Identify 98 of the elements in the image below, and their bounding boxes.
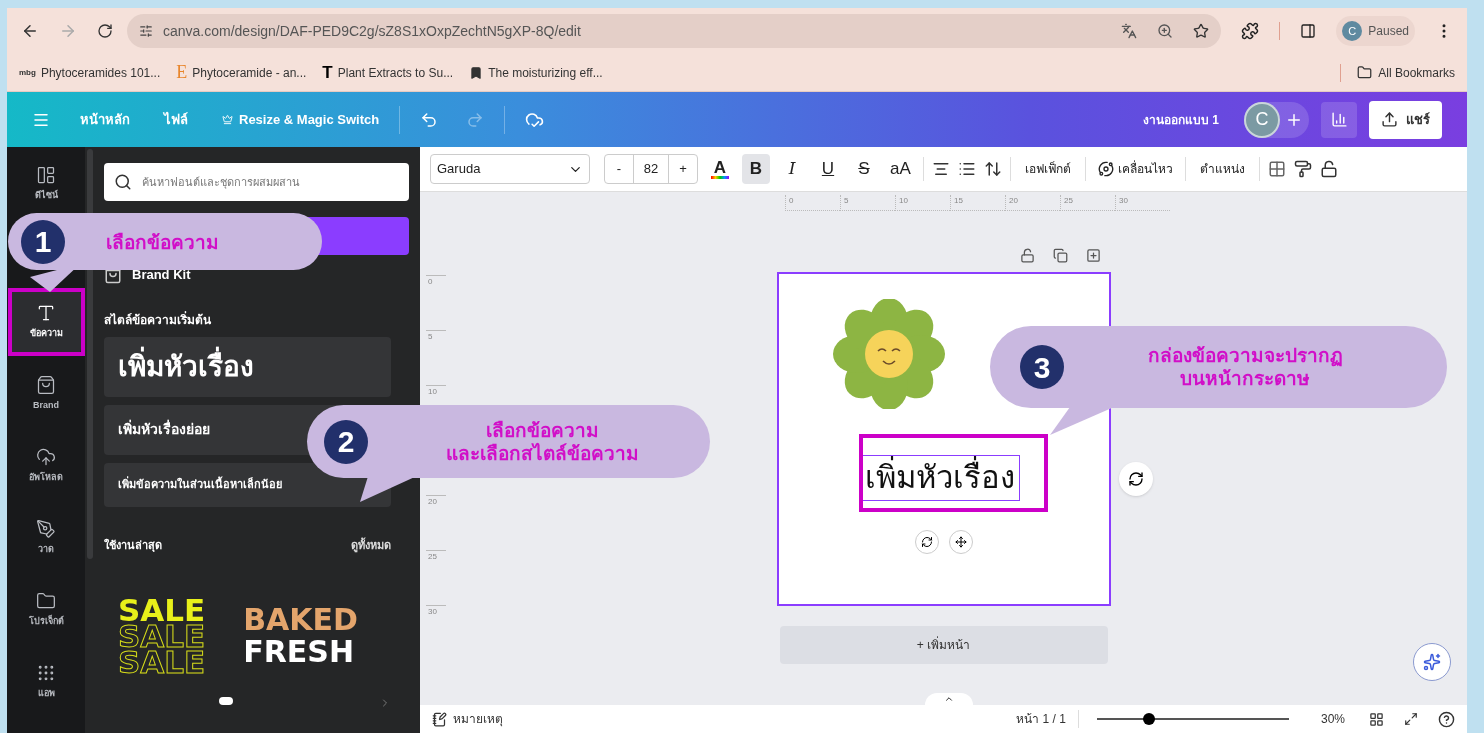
bookmark-favicon: E <box>176 61 188 84</box>
rail-item[interactable]: อัพโหลด <box>11 435 81 497</box>
chevron-up-icon <box>944 694 954 704</box>
font-size-field[interactable]: 82 <box>633 155 669 183</box>
search-field[interactable]: ค้นหาฟอนต์และชุดการผสมผสาน <box>104 163 409 201</box>
profile-button[interactable]: C Paused <box>1336 16 1415 46</box>
upload-icon <box>1381 111 1398 128</box>
bookmark[interactable]: mbg Phytoceramides 101... <box>19 63 161 82</box>
align-center-icon[interactable] <box>931 160 950 178</box>
rail-item[interactable]: วาด <box>11 507 81 569</box>
rail-item[interactable]: แอพ <box>11 651 81 713</box>
step-number: 2 <box>324 419 368 464</box>
design-title[interactable]: งานออกแบบ 1 <box>1143 110 1219 129</box>
italic-button[interactable]: I <box>778 154 806 184</box>
side-panel-icon[interactable] <box>1300 23 1317 39</box>
crown-icon <box>222 114 233 125</box>
horizontal-ruler: 0 5 10 15 20 25 30 <box>420 192 1467 220</box>
callout-text: กล่องข้อความจะปรากฏ บนหน้ากระดาษ <box>1146 344 1344 390</box>
analytics-button[interactable] <box>1321 101 1357 138</box>
profile-avatar: C <box>1342 21 1363 41</box>
all-bookmarks-button[interactable]: All Bookmarks <box>1357 63 1455 82</box>
notes-button[interactable]: หมายเหตุ <box>453 710 503 728</box>
search-icon <box>114 173 132 191</box>
list-icon[interactable] <box>957 160 976 178</box>
paint-roller-icon[interactable] <box>1293 160 1312 178</box>
rail-item[interactable]: ดีไซน์ <box>11 159 81 209</box>
orbit-icon <box>1097 161 1114 177</box>
share-button[interactable]: แชร์ <box>1369 100 1442 139</box>
bookmark[interactable]: T Plant Extracts to Su... <box>322 59 454 86</box>
step-number: 1 <box>21 219 65 264</box>
site-settings-icon[interactable] <box>139 24 153 38</box>
decrease-size-button[interactable]: - <box>605 159 633 179</box>
callout-text: เลือกข้อความ และเลือกสไตล์ข้อความ <box>444 418 640 465</box>
spacing-icon[interactable] <box>983 160 1002 178</box>
reload-icon[interactable] <box>97 23 113 39</box>
effects-button[interactable]: เอฟเฟ็กต์ <box>1018 160 1077 178</box>
bookmark[interactable]: E Phytoceramide - an... <box>176 59 307 86</box>
section-title: ใช้งานล่าสุด <box>104 537 162 553</box>
address-bar[interactable]: canva.com/design/DAF-PED9C2g/sZ8S1xOxpZechtN5gXP-8Q/edit <box>127 14 1222 48</box>
zoom-icon[interactable] <box>1157 23 1174 39</box>
text-color-button[interactable]: A <box>706 154 734 184</box>
profile-status: Paused <box>1368 23 1409 40</box>
refresh-icon <box>1127 471 1144 487</box>
position-button[interactable]: ตำแหน่ง <box>1193 160 1251 178</box>
lock-icon[interactable] <box>1319 160 1338 178</box>
help-icon[interactable] <box>1438 710 1455 728</box>
page-indicator[interactable]: หน้า 1 / 1 <box>1016 710 1066 728</box>
animate-button[interactable]: เคลื่อนไหว <box>1093 160 1177 178</box>
pen-icon <box>36 519 56 540</box>
magic-button[interactable] <box>1413 643 1451 681</box>
rail-item[interactable]: Brand <box>11 363 81 425</box>
strikethrough-button[interactable]: S <box>850 154 878 184</box>
rail-item[interactable]: ข้อความ <box>11 291 81 353</box>
sparkle-icon <box>1423 653 1441 671</box>
bag-icon <box>36 375 56 396</box>
section-title: สไตล์ข้อความเริ่มต้น <box>104 310 212 329</box>
refresh-button[interactable] <box>1118 462 1153 496</box>
font-dropdown[interactable]: Garuda <box>430 154 590 184</box>
lock-icon[interactable] <box>1019 248 1035 263</box>
rail-item[interactable]: โปรเจ็กต์ <box>11 579 81 641</box>
extensions-icon[interactable] <box>1241 22 1260 40</box>
undo-icon[interactable] <box>420 110 439 129</box>
bookmark-favicon: T <box>322 61 333 84</box>
move-handle[interactable] <box>948 530 973 554</box>
add-page-button[interactable]: + เพิ่มหน้า <box>779 626 1108 664</box>
see-all-link[interactable]: ดูทั้งหมด <box>351 536 391 553</box>
notes-icon[interactable] <box>432 711 447 727</box>
baked-fresh-text-style[interactable]: BAKED FRESH <box>243 604 358 668</box>
url-text[interactable]: canva.com/design/DAF-PED9C2g/sZ8S1xOxpZechtN5gXP-8Q/edit <box>163 20 581 42</box>
translate-icon[interactable] <box>1121 23 1138 39</box>
cloud-saved-icon[interactable] <box>525 110 545 129</box>
step-number: 3 <box>1020 345 1064 389</box>
copy-icon[interactable] <box>1052 248 1068 263</box>
rotate-icon <box>920 536 933 548</box>
zoom-value: 30% <box>1320 711 1345 728</box>
fullscreen-icon[interactable] <box>1404 712 1418 726</box>
callout-text: เลือกข้อความ <box>106 230 220 253</box>
bookmark-icon <box>469 65 484 80</box>
underline-button[interactable]: U <box>814 154 842 184</box>
transparency-icon[interactable] <box>1267 160 1286 178</box>
move-icon <box>954 536 967 548</box>
increase-size-button[interactable]: + <box>669 159 697 179</box>
grid-view-icon[interactable] <box>1369 711 1384 727</box>
bar-chart-icon <box>1330 111 1348 128</box>
layout-icon <box>36 165 56 186</box>
letter-case-button[interactable]: aA <box>886 154 915 184</box>
back-icon[interactable] <box>21 22 39 40</box>
folder-icon <box>1357 65 1373 80</box>
rotate-handle[interactable] <box>914 530 939 554</box>
bold-button[interactable]: B <box>742 154 770 184</box>
bookmark-favicon: mbg <box>19 66 36 79</box>
zoom-thumb[interactable] <box>1142 713 1155 725</box>
star-icon[interactable] <box>1193 23 1210 39</box>
add-page-icon[interactable] <box>1085 248 1101 263</box>
cloud-upload-icon <box>36 447 56 468</box>
bookmark[interactable]: The moisturizing eff... <box>469 63 603 82</box>
text-style-button[interactable]: เพิ่มหัวเรื่อง <box>104 336 391 397</box>
sale-text-style[interactable]: SALE SALE SALE <box>118 597 206 675</box>
